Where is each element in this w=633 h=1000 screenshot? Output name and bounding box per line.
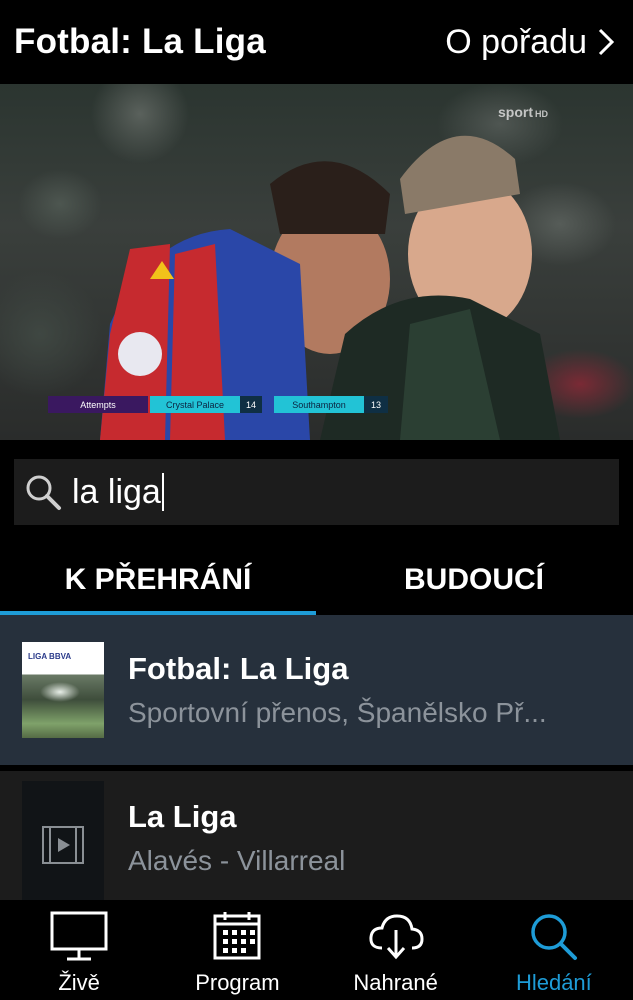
stat-label: Attempts: [48, 396, 148, 413]
result-subtitle: Sportovní přenos, Španělsko Př...: [128, 697, 547, 728]
tv-icon: [50, 911, 108, 961]
video-player[interactable]: sport HD Attempts Crystal Palace 14 South…: [0, 84, 633, 440]
nav-zive[interactable]: Živě: [0, 900, 158, 1000]
search-input[interactable]: la liga: [72, 473, 164, 512]
about-show-label: O pořadu: [445, 22, 587, 61]
top-bar: Fotbal: La Liga O pořadu: [0, 0, 633, 84]
liga-logo: LIGA BBVA: [28, 652, 72, 661]
tab-budouci[interactable]: BUDOUCÍ: [316, 545, 632, 615]
result-thumbnail: [22, 781, 104, 909]
channel-logo: sport HD: [498, 104, 548, 120]
nav-label: Hledání: [515, 970, 592, 995]
stadium-light: [40, 682, 80, 702]
bottom-nav: Živě Program Nahrané Hledání: [0, 900, 633, 1000]
stat-team1: Crystal Palace: [150, 396, 240, 413]
chevron-right-icon: [598, 28, 615, 56]
score-stats-overlay: Attempts Crystal Palace 14 Southampton 1…: [48, 396, 388, 413]
text-caret: [161, 473, 164, 511]
search-bar[interactable]: la liga: [14, 459, 619, 525]
calendar-icon: [213, 912, 261, 960]
result-thumbnail: LIGA BBVA: [22, 642, 104, 738]
about-show-button[interactable]: O pořadu: [445, 23, 615, 62]
list-item[interactable]: La Liga Alavés - Villarreal: [0, 771, 633, 909]
search-query: la liga: [72, 472, 161, 511]
video-frame: [0, 84, 633, 440]
nav-label: Program: [195, 970, 280, 995]
stat-team2-value: 13: [364, 396, 388, 413]
result-title: Fotbal: La Liga: [128, 651, 349, 686]
nav-nahrane[interactable]: Nahrané: [317, 900, 475, 1000]
tab-k-prehrani[interactable]: K PŘEHRÁNÍ: [0, 545, 316, 615]
result-subtitle: Alavés - Villarreal: [128, 845, 346, 876]
video-placeholder-icon: [42, 826, 84, 864]
result-title: La Liga: [128, 799, 237, 834]
cloud-download-icon: [369, 914, 424, 960]
tab-bar: K PŘEHRÁNÍ BUDOUCÍ: [0, 545, 633, 615]
page-title: Fotbal: La Liga: [14, 22, 266, 61]
nav-label: Nahrané: [353, 970, 438, 995]
results-list: LIGA BBVA Fotbal: La Liga Sportovní přen…: [0, 615, 633, 909]
nav-program[interactable]: Program: [158, 900, 316, 1000]
stat-team2: Southampton: [274, 396, 364, 413]
stat-team1-value: 14: [240, 396, 262, 413]
search-icon: [26, 475, 61, 510]
nav-hledani[interactable]: Hledání: [475, 900, 633, 1000]
search-icon: [531, 914, 577, 960]
list-item[interactable]: LIGA BBVA Fotbal: La Liga Sportovní přen…: [0, 615, 633, 765]
nav-label: Živě: [58, 970, 100, 995]
